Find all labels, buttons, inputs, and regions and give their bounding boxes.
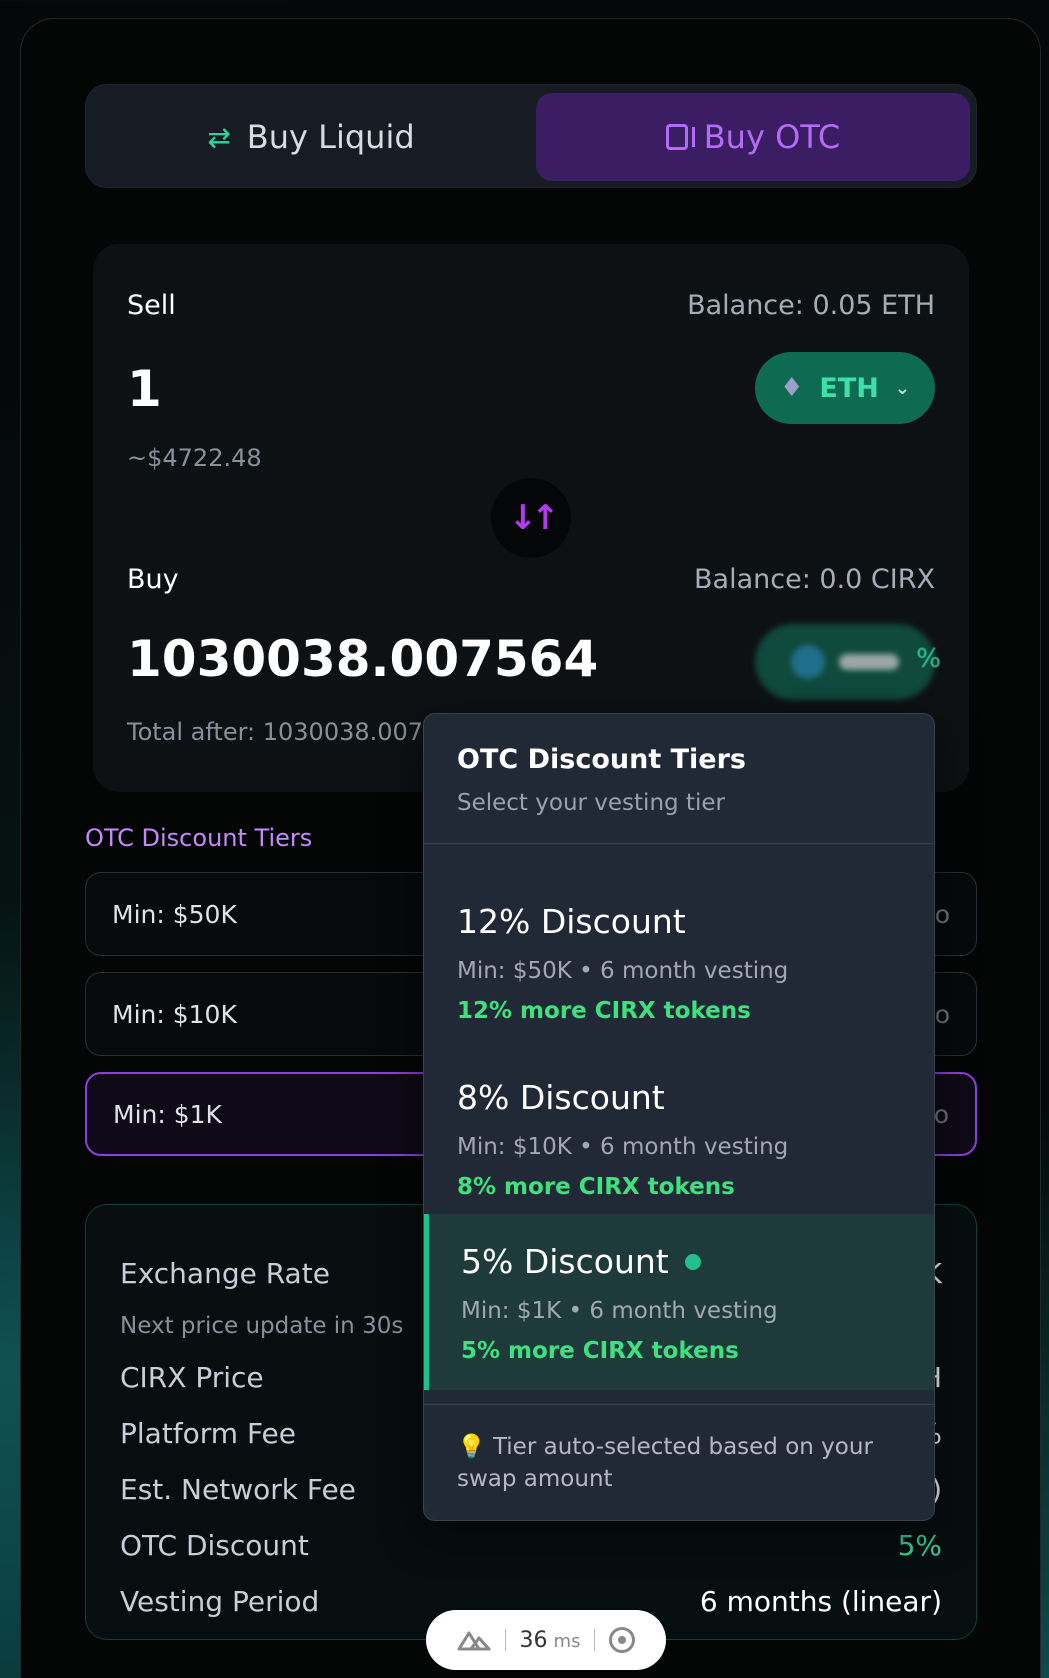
buy-otc-tab[interactable]: Buy OTC: [536, 93, 970, 181]
dropdown-header: OTC Discount Tiers Select your vesting t…: [424, 714, 934, 844]
discount-badge: %: [916, 644, 941, 674]
option-title: 5% Discount: [461, 1242, 701, 1281]
swap-arrows-icon: ⇄: [207, 120, 231, 154]
tier-tail: o: [933, 1099, 949, 1129]
network-fee-label: Est. Network Fee: [120, 1473, 356, 1506]
tier-option-12[interactable]: 12% Discount Min: $50K • 6 month vesting…: [424, 874, 934, 1050]
total-after: Total after: 1030038.0076: [127, 718, 439, 746]
divider: [504, 1629, 506, 1651]
nuxt-mountain-icon: [457, 1631, 491, 1651]
swap-direction-button[interactable]: ↓↑: [491, 478, 571, 558]
sell-amount-input[interactable]: 1: [127, 360, 162, 418]
tier-min: Min: $10K: [112, 999, 237, 1029]
tier-min: Min: $1K: [113, 1099, 222, 1129]
option-desc: Min: $10K • 6 month vesting: [457, 1134, 789, 1160]
mode-switch: ⇄ Buy Liquid Buy OTC: [85, 84, 977, 188]
swap-vertical-icon: ↓↑: [508, 498, 560, 538]
chevron-down-icon: ⌄: [894, 377, 910, 399]
otc-discount-label: OTC Discount: [120, 1529, 309, 1562]
otc-discount-value: 5%: [897, 1529, 942, 1562]
buy-label: Buy: [127, 564, 179, 595]
blurred-token-label: [839, 654, 899, 670]
vesting-label: Vesting Period: [120, 1585, 320, 1618]
platform-fee-label: Platform Fee: [120, 1417, 297, 1450]
tier-tail: o: [934, 999, 950, 1029]
buy-balance: Balance: 0.0 CIRX: [694, 564, 935, 595]
buy-amount: 1030038.007564: [127, 630, 599, 688]
option-bonus: 8% more CIRX tokens: [457, 1174, 735, 1200]
sell-usd-value: ~$4722.48: [127, 444, 262, 472]
buy-otc-label: Buy OTC: [703, 118, 841, 156]
cirx-token-icon: [791, 645, 825, 679]
option-bonus: 5% more CIRX tokens: [461, 1338, 739, 1364]
next-update: Next price update in 30s: [120, 1313, 404, 1339]
buy-liquid-tab[interactable]: ⇄ Buy Liquid: [94, 93, 528, 181]
dropdown-note: 💡 Tier auto-selected based on your swap …: [457, 1434, 873, 1492]
divider: [594, 1629, 596, 1651]
sell-token-label: ETH: [819, 372, 879, 404]
otc-icon: [665, 124, 695, 150]
sell-balance: Balance: 0.05 ETH: [687, 290, 935, 321]
tier-tail: o: [934, 899, 950, 929]
otc-tier-dropdown: OTC Discount Tiers Select your vesting t…: [423, 713, 935, 1521]
perf-indicator[interactable]: 36 ms: [426, 1610, 666, 1670]
perf-value: 36 ms: [519, 1627, 581, 1653]
buy-token-selector[interactable]: [755, 624, 935, 700]
option-title: 12% Discount: [457, 902, 686, 941]
cirx-price-label: CIRX Price: [120, 1361, 264, 1394]
tier-option-5[interactable]: 5% Discount Min: $1K • 6 month vesting 5…: [424, 1214, 934, 1390]
option-title: 8% Discount: [457, 1078, 665, 1117]
crosshair-icon: [609, 1627, 636, 1653]
exchange-rate-label: Exchange Rate: [120, 1257, 330, 1290]
sell-token-selector[interactable]: ♦ ETH ⌄: [755, 352, 935, 424]
tier-option-8[interactable]: 8% Discount Min: $10K • 6 month vesting …: [424, 1050, 934, 1226]
buy-liquid-label: Buy Liquid: [246, 118, 415, 156]
dropdown-title: OTC Discount Tiers: [457, 744, 746, 775]
sell-label: Sell: [127, 290, 176, 321]
option-bonus: 12% more CIRX tokens: [457, 998, 751, 1024]
swap-card: Sell Balance: 0.05 ETH 1 ♦ ETH ⌄ ~$4722.…: [93, 244, 969, 792]
dropdown-footer: 💡 Tier auto-selected based on your swap …: [424, 1404, 934, 1520]
option-desc: Min: $1K • 6 month vesting: [461, 1298, 778, 1324]
tier-min: Min: $50K: [112, 899, 237, 929]
dropdown-subtitle: Select your vesting tier: [457, 790, 725, 816]
ethereum-icon: ♦: [780, 373, 804, 403]
vesting-value: 6 months (linear): [699, 1585, 942, 1618]
tiers-title: OTC Discount Tiers: [85, 824, 313, 852]
option-desc: Min: $50K • 6 month vesting: [457, 958, 789, 984]
selected-indicator-icon: [684, 1253, 701, 1270]
